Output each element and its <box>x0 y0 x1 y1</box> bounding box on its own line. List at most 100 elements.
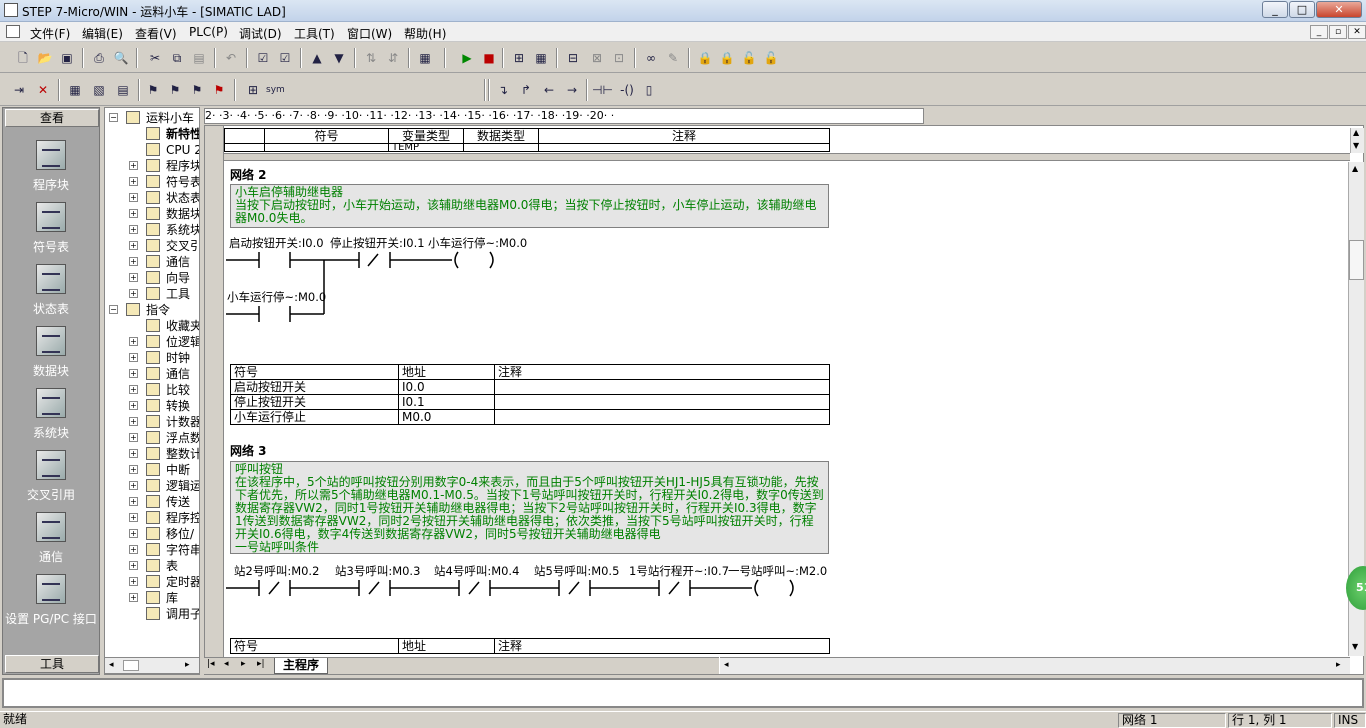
stop-icon[interactable]: ■ <box>480 49 498 67</box>
tree-node[interactable]: 比较 <box>166 382 190 398</box>
paste-icon[interactable]: ▤ <box>190 49 208 67</box>
mdi-minimize-button[interactable]: _ <box>1310 25 1328 39</box>
tree-expander-icon[interactable]: + <box>129 529 138 538</box>
tree-node[interactable]: 字符串 <box>166 542 199 558</box>
tree-expander-icon[interactable]: + <box>129 497 138 506</box>
cut-icon[interactable]: ✂ <box>146 49 164 67</box>
network-insert-icon[interactable]: ⇥ <box>10 81 28 99</box>
minimize-button[interactable]: _ <box>1262 1 1288 18</box>
monitor-icon[interactable]: ∞ <box>642 49 660 67</box>
unforce-icon[interactable]: ⊡ <box>610 49 628 67</box>
tree-expander-icon[interactable]: − <box>109 113 118 122</box>
tree-expander-icon[interactable]: + <box>129 289 138 298</box>
print-preview-icon[interactable]: 🔍 <box>112 49 130 67</box>
menu-file[interactable]: 文件(F) <box>30 25 70 42</box>
tree-node[interactable]: 时钟 <box>166 350 190 366</box>
tree-node[interactable]: 新特性 <box>166 126 199 142</box>
doc-icon[interactable] <box>6 25 20 38</box>
remove-bookmark-icon[interactable]: ⚑ <box>210 81 228 99</box>
tree-expander-icon[interactable]: + <box>129 209 138 218</box>
tree-expander-icon[interactable]: + <box>129 161 138 170</box>
menu-window[interactable]: 窗口(W) <box>347 25 392 42</box>
tree-expander-icon[interactable]: + <box>129 513 138 522</box>
tree-expander-icon[interactable]: + <box>129 273 138 282</box>
compile-all-icon[interactable]: ☑ <box>276 49 294 67</box>
tree-expander-icon[interactable]: + <box>129 577 138 586</box>
menu-tools[interactable]: 工具(T) <box>294 25 335 42</box>
run-icon[interactable]: ▶ <box>458 49 476 67</box>
maximize-button[interactable]: □ <box>1289 1 1315 18</box>
nav-set-pgpc-interface[interactable]: 设置 PG/PC 接口 <box>3 574 99 632</box>
table-splitter[interactable] <box>224 153 1350 161</box>
tree-node[interactable]: 收藏夹 <box>166 318 199 334</box>
undo-icon[interactable]: ↶ <box>222 49 240 67</box>
network-2-title[interactable]: 网络 2 <box>230 166 267 183</box>
apply-symbols-icon[interactable]: ⊞ <box>244 81 262 99</box>
tree-expander-icon[interactable]: + <box>129 593 138 602</box>
tree-expander-icon[interactable]: + <box>129 257 138 266</box>
tree-node[interactable]: 通信 <box>166 254 190 270</box>
tree-node[interactable]: CPU 2 <box>166 142 199 158</box>
copy-icon[interactable]: ⧉ <box>168 49 186 67</box>
tree-expander-icon[interactable]: − <box>109 305 118 314</box>
open-icon[interactable]: 📂 <box>36 49 54 67</box>
tree-node[interactable]: 库 <box>166 590 178 606</box>
sym-icon[interactable]: sym <box>266 81 285 99</box>
lock-read-icon[interactable]: 🔒 <box>718 49 736 67</box>
tree-node[interactable]: 逻辑运 <box>166 478 199 494</box>
tree-expander-icon[interactable]: + <box>129 417 138 426</box>
line-right-icon[interactable]: → <box>563 81 581 99</box>
save-all-icon[interactable]: ▣ <box>58 49 76 67</box>
status-chart-icon[interactable]: ⊟ <box>564 49 582 67</box>
tree-node[interactable]: 向导 <box>166 270 190 286</box>
coil-icon[interactable]: -() <box>618 81 636 99</box>
network-3-comment[interactable]: 呼叫按钮 在该程序中，5个站的呼叫按钮分别用数字0-4来表示，而且由于5个呼叫按… <box>230 461 829 554</box>
menu-edit[interactable]: 编辑(E) <box>82 25 123 42</box>
tree-node[interactable]: 浮点数 <box>166 430 199 446</box>
tree-expander-icon[interactable]: + <box>129 177 138 186</box>
tree-expander-icon[interactable]: + <box>129 449 138 458</box>
unlock-icon[interactable]: 🔓 <box>740 49 758 67</box>
sort-desc-icon[interactable]: ⇵ <box>384 49 402 67</box>
lock-icon[interactable]: 🔒 <box>696 49 714 67</box>
menu-help[interactable]: 帮助(H) <box>404 25 446 42</box>
scroll-up-icon[interactable]: ▲ <box>1353 128 1359 137</box>
new-icon[interactable]: 🗋 <box>14 49 32 67</box>
contact-icon[interactable]: ⊣⊢ <box>592 81 613 99</box>
var-cell[interactable] <box>463 143 539 152</box>
toggle-symbol-icon[interactable]: ▧ <box>90 81 108 99</box>
scroll-thumb[interactable] <box>123 660 139 671</box>
download-icon[interactable]: ▼ <box>330 49 348 67</box>
chart-status-icon[interactable]: ▦ <box>532 49 550 67</box>
bookmark-icon[interactable]: ⚑ <box>144 81 162 99</box>
tree-node[interactable]: 状态表 <box>166 190 199 206</box>
tab-prev-icon[interactable]: ◂ <box>224 659 229 669</box>
tree-hscroll[interactable]: ◂ ▸ <box>104 657 200 674</box>
tab-first-icon[interactable]: |◂ <box>207 659 215 669</box>
scroll-right-icon[interactable]: ▸ <box>185 660 190 670</box>
tree-node[interactable]: 程序块 <box>166 158 199 174</box>
compile-icon[interactable]: ☑ <box>254 49 272 67</box>
line-up-icon[interactable]: ↱ <box>517 81 535 99</box>
box-icon[interactable]: ▯ <box>640 81 658 99</box>
tree-expander-icon[interactable]: + <box>129 481 138 490</box>
tree-expander-icon[interactable]: + <box>129 337 138 346</box>
tree-node[interactable]: 调用子 <box>166 606 199 622</box>
mdi-restore-button[interactable]: ▫ <box>1329 25 1347 39</box>
nav-symbol-table[interactable]: 符号表 <box>3 202 99 260</box>
line-left-icon[interactable]: ← <box>540 81 558 99</box>
nav-data-block[interactable]: 数据块 <box>3 326 99 384</box>
tree-node[interactable]: 整数计 <box>166 446 199 462</box>
tree-node[interactable]: 中断 <box>166 462 190 478</box>
tree-node[interactable]: 程序控 <box>166 510 199 526</box>
tree-node[interactable]: 交叉引 <box>166 238 199 254</box>
scroll-up-icon[interactable]: ▲ <box>1352 164 1358 173</box>
scroll-right-icon[interactable]: ▸ <box>1336 660 1341 670</box>
scroll-left-icon[interactable]: ◂ <box>109 660 114 670</box>
var-cell-vartype[interactable]: TEMP <box>388 143 464 152</box>
prev-bookmark-icon[interactable]: ⚑ <box>188 81 206 99</box>
tree-expander-icon[interactable]: + <box>129 193 138 202</box>
tab-next-icon[interactable]: ▸ <box>241 659 246 669</box>
tree-node[interactable]: 数据块 <box>166 206 199 222</box>
scroll-down-icon[interactable]: ▼ <box>1353 141 1359 150</box>
